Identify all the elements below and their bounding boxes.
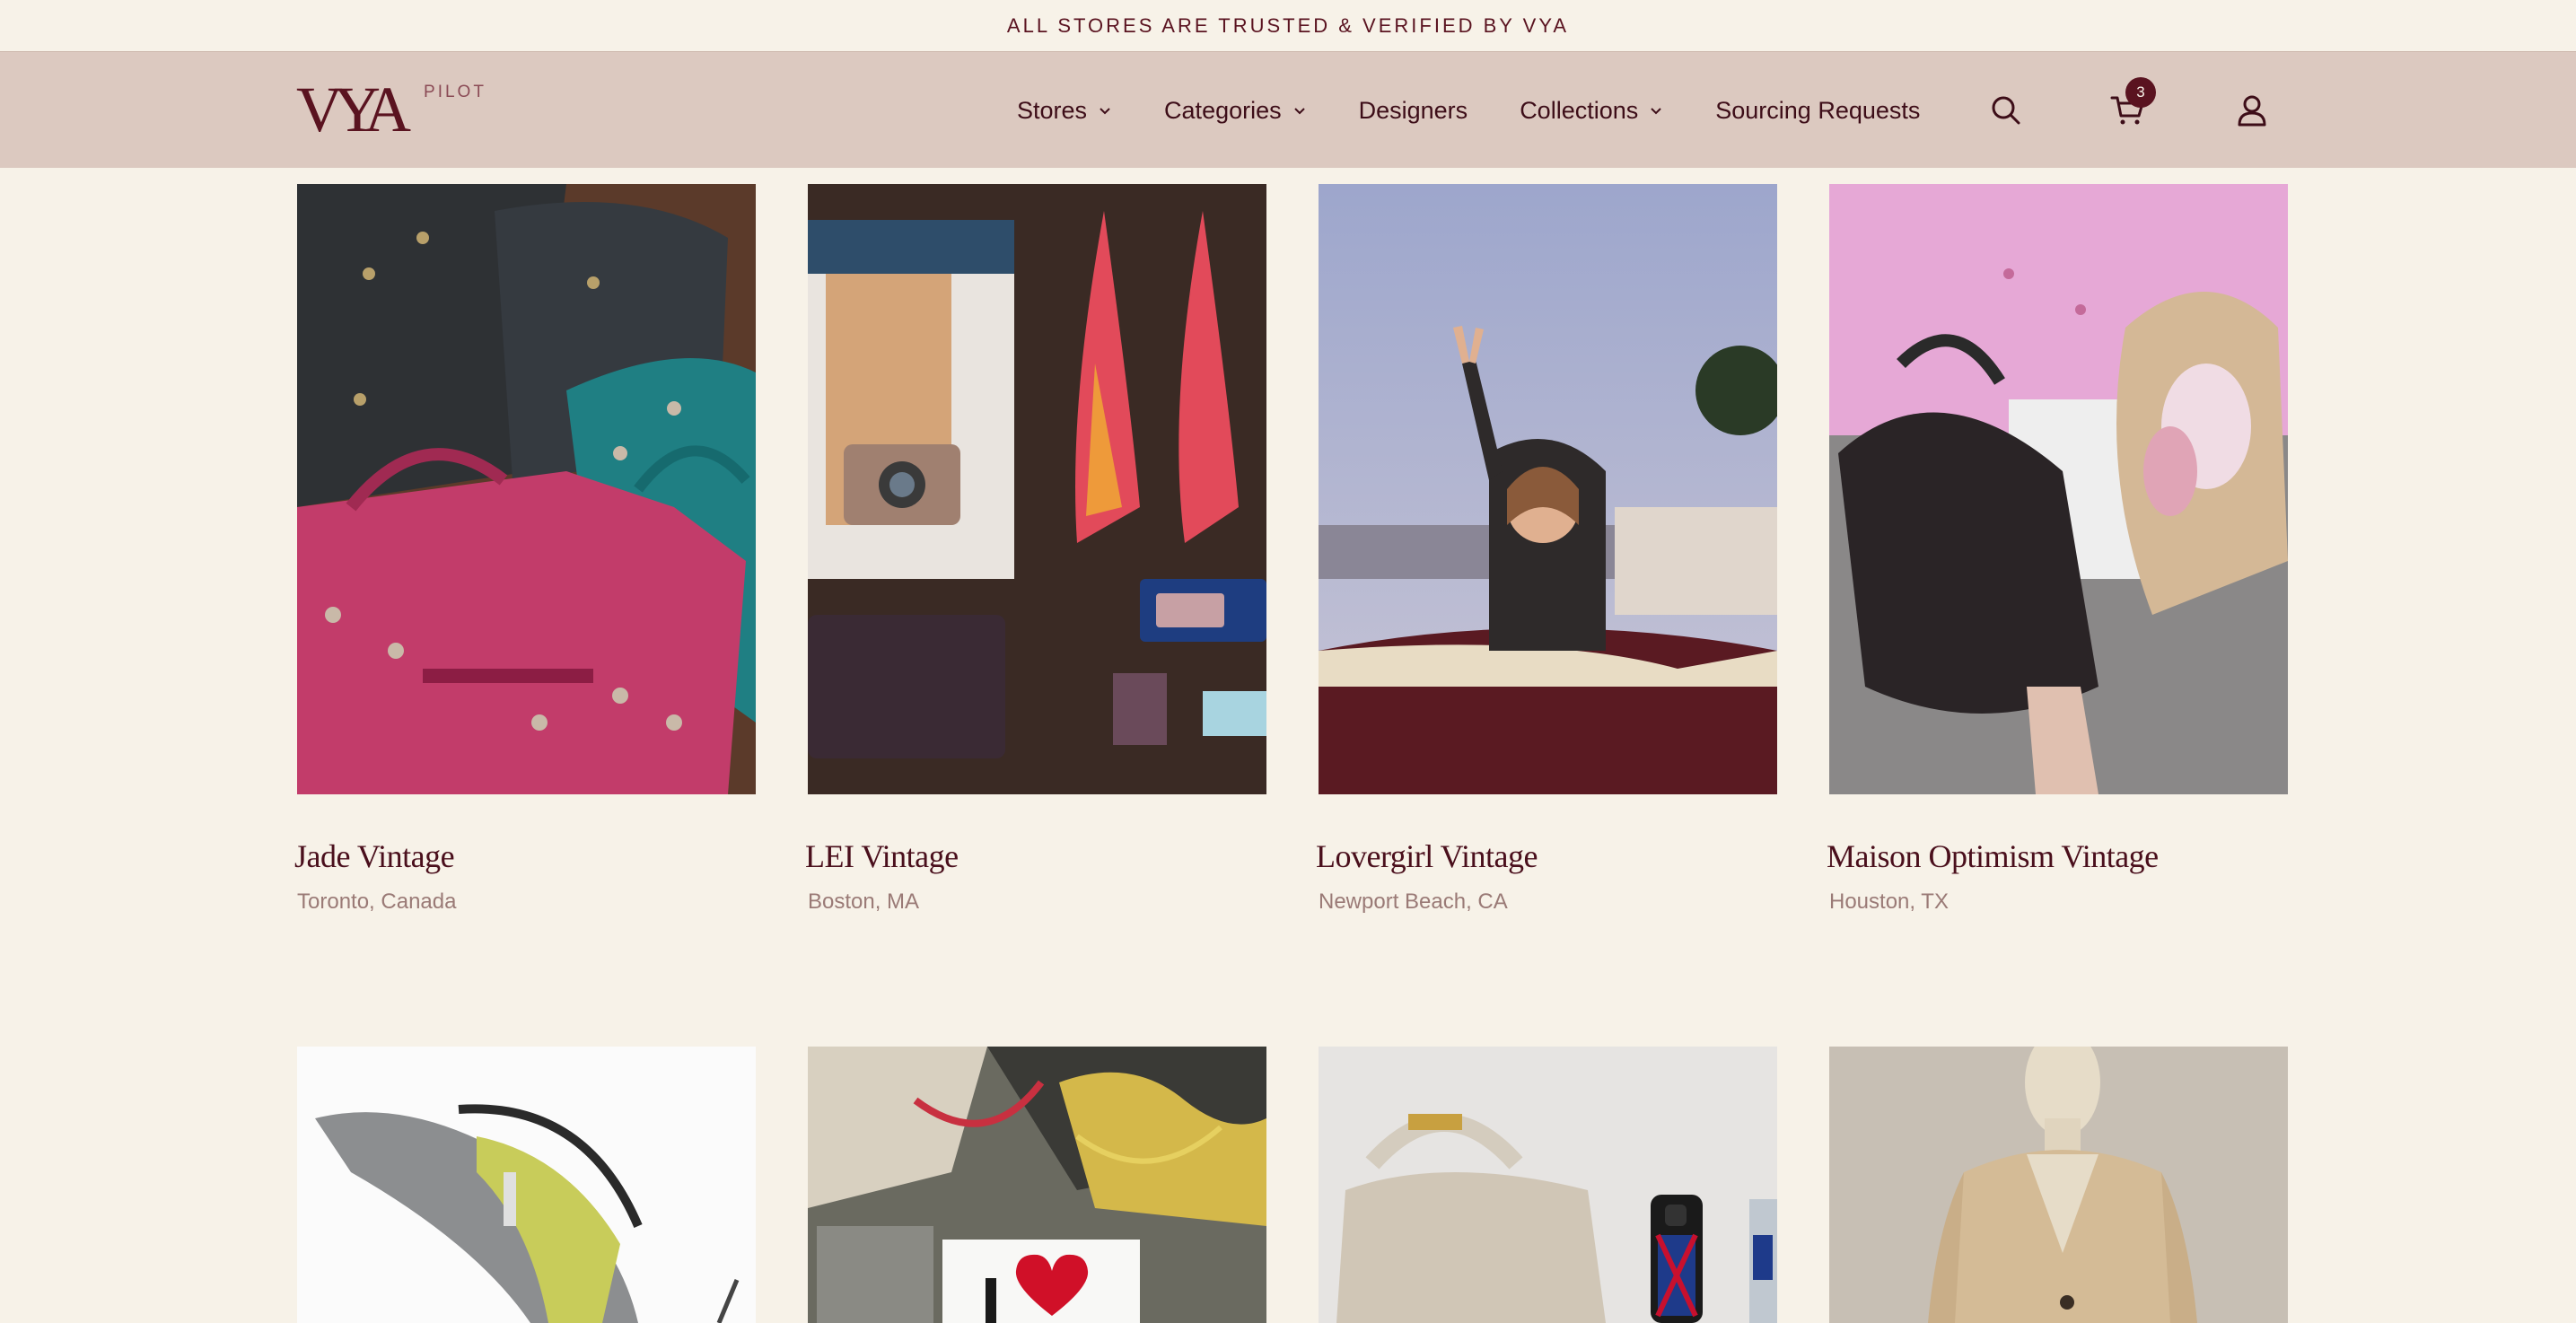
search-icon [1992, 96, 2020, 125]
logo-mark: VYA [296, 74, 411, 145]
store-name[interactable]: Maison Optimism Vintage [1827, 837, 2159, 875]
store-image[interactable] [1319, 184, 1777, 794]
store-image[interactable] [808, 184, 1266, 794]
chevron-down-icon [1651, 108, 1661, 115]
nav-label: Sourcing Requests [1715, 96, 1921, 124]
store-name[interactable]: Lovergirl Vintage [1316, 837, 1538, 875]
account-button[interactable] [2230, 88, 2274, 133]
store-photo-flatlay [808, 184, 1266, 794]
chevron-down-icon [1100, 108, 1110, 115]
store-image[interactable] [297, 1047, 756, 1323]
chevron-down-icon [1293, 108, 1305, 115]
cart-count-badge: 3 [2125, 77, 2156, 108]
store-image[interactable] [1829, 184, 2288, 794]
store-image[interactable] [1829, 1047, 2288, 1323]
store-photo-white-bag [1319, 1047, 1777, 1323]
store-card[interactable] [1829, 1047, 2288, 1323]
store-card[interactable] [297, 1047, 756, 1323]
store-photo-blazer [1829, 1047, 2288, 1323]
store-image[interactable] [1319, 1047, 1777, 1323]
store-location: Houston, TX [1829, 889, 1949, 914]
store-photo-handbags [297, 184, 756, 794]
store-photo-bag-flowers [1829, 184, 2288, 794]
brand-logo[interactable]: VYA PILOT [296, 77, 486, 142]
nav-item-collections[interactable]: Collections [1520, 97, 1663, 125]
store-card[interactable] [808, 1047, 1266, 1323]
store-card[interactable] [1319, 1047, 1777, 1323]
nav-label: Stores [1017, 96, 1088, 124]
store-card-lovergirl-vintage[interactable]: Lovergirl Vintage Newport Beach, CA [1316, 184, 1777, 914]
store-image[interactable] [808, 1047, 1266, 1323]
store-photo-shoe [297, 1047, 756, 1323]
nav-item-designers[interactable]: Designers [1359, 97, 1468, 125]
nav-item-categories[interactable]: Categories [1164, 97, 1307, 125]
store-location: Boston, MA [808, 889, 920, 914]
store-card-jade-vintage[interactable]: Jade Vintage Toronto, Canada [294, 184, 756, 914]
store-location: Newport Beach, CA [1319, 889, 1508, 914]
nav-item-sourcing-requests[interactable]: Sourcing Requests [1715, 97, 1920, 125]
nav-label: Categories [1164, 96, 1282, 124]
store-location: Toronto, Canada [297, 889, 457, 914]
store-card-maison-optimism-vintage[interactable]: Maison Optimism Vintage Houston, TX [1827, 184, 2288, 914]
store-card-lei-vintage[interactable]: LEI Vintage Boston, MA [805, 184, 1266, 914]
nav-label: Designers [1358, 96, 1468, 124]
store-photo-graffiti [808, 1047, 1266, 1323]
announcement-bar: ALL STORES ARE TRUSTED & VERIFIED BY VYA [0, 0, 2576, 51]
top-navbar: VYA PILOT Stores Categories Designers Co… [0, 51, 2576, 168]
store-photo-car [1319, 184, 1777, 794]
main-nav: Stores Categories Designers Collections … [1017, 52, 1972, 169]
announcement-text: ALL STORES ARE TRUSTED & VERIFIED BY VYA [1006, 13, 1570, 37]
store-image[interactable] [297, 184, 756, 794]
cart-button[interactable]: 3 [2106, 77, 2156, 133]
account-icon [2238, 95, 2266, 127]
store-name[interactable]: Jade Vintage [294, 837, 455, 875]
logo-subtitle: PILOT [424, 83, 486, 101]
search-button[interactable] [1984, 88, 2028, 133]
store-name[interactable]: LEI Vintage [805, 837, 959, 875]
nav-label: Collections [1520, 96, 1639, 124]
nav-item-stores[interactable]: Stores [1017, 97, 1112, 125]
